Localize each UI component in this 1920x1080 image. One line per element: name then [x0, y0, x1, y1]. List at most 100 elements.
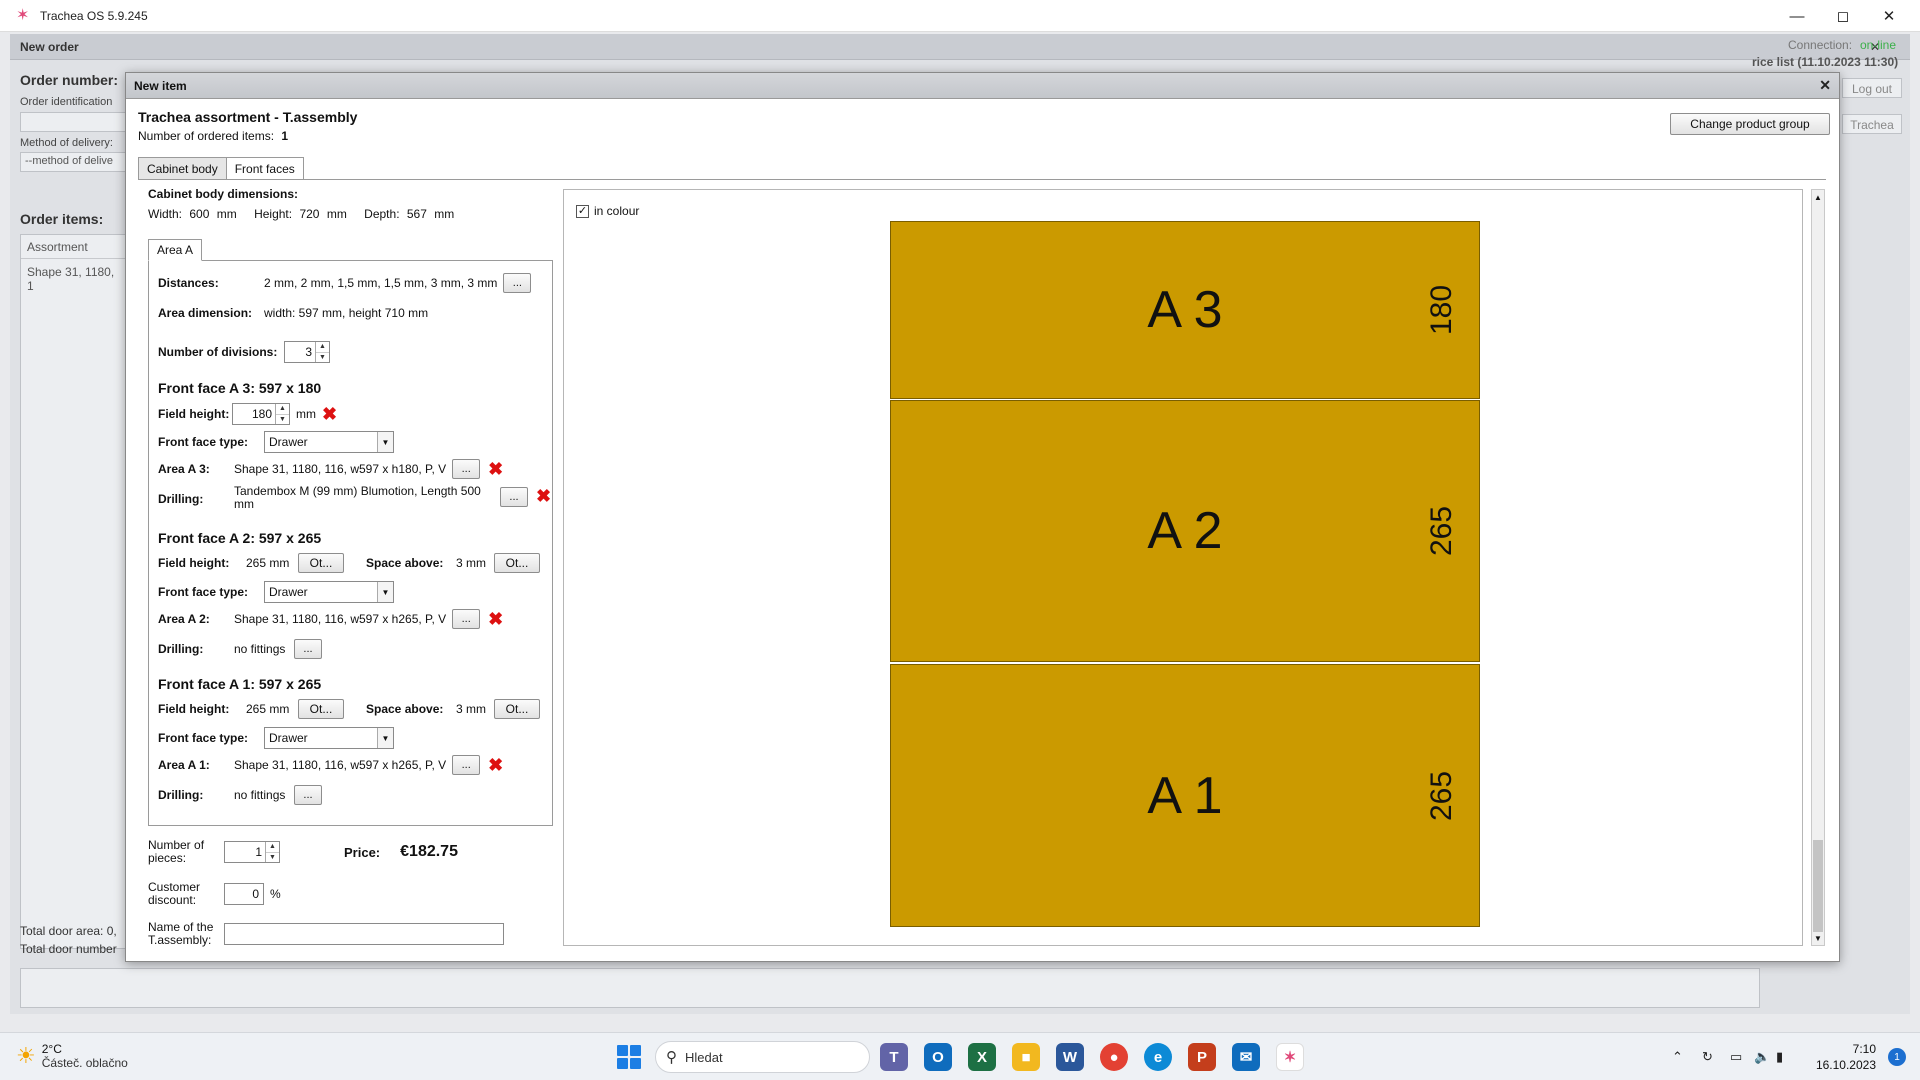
- outlook-icon[interactable]: O: [924, 1043, 952, 1071]
- start-icon[interactable]: [617, 1045, 641, 1069]
- weather-widget[interactable]: ☀ 2°C Částeč. oblačno: [16, 1042, 128, 1070]
- minimize-button[interactable]: —: [1774, 0, 1820, 32]
- dialog-header: New item ✕: [126, 73, 1839, 99]
- trachea-button[interactable]: Trachea: [1842, 114, 1902, 134]
- powerpoint-icon[interactable]: P: [1188, 1043, 1216, 1071]
- total-door-area: Total door area: 0,: [20, 924, 117, 938]
- front-face-a3[interactable]: A 3 180: [890, 221, 1480, 399]
- dialog-close-icon[interactable]: ✕: [1819, 77, 1831, 94]
- checkbox-checked-icon[interactable]: ✓: [576, 204, 589, 218]
- sync-icon[interactable]: ↻: [1702, 1049, 1713, 1065]
- a2-drilling-value: no fittings: [234, 642, 286, 656]
- divisions-value[interactable]: 3: [285, 342, 315, 362]
- scroll-thumb[interactable]: [1813, 840, 1823, 932]
- a1-field-height-other-button[interactable]: Ot...: [298, 699, 344, 719]
- depth-label: Depth:: [364, 207, 400, 221]
- trachea-app-icon[interactable]: ✶: [1276, 1043, 1304, 1071]
- mail-icon[interactable]: ✉: [1232, 1043, 1260, 1071]
- order-identification-field[interactable]: [20, 112, 130, 132]
- notification-badge[interactable]: 1: [1888, 1048, 1906, 1066]
- pieces-label: Number of pieces:: [148, 838, 205, 865]
- a3-field-height-unit: mm: [296, 407, 316, 421]
- teams-icon[interactable]: T: [880, 1043, 908, 1071]
- order-item-row[interactable]: Shape 31, 1180, 1: [21, 259, 129, 299]
- a2-type-select[interactable]: Drawer ▼: [264, 581, 394, 603]
- preview-scrollbar[interactable]: ▲ ▼: [1811, 189, 1825, 946]
- stepper-up-icon[interactable]: ▲: [276, 404, 289, 414]
- maximize-button[interactable]: ◻: [1820, 0, 1866, 32]
- a1-field-height-row: Field height: 265 mm Ot... Space above: …: [158, 699, 540, 719]
- discount-row: Customer discount: 0 %: [148, 881, 281, 907]
- distances-edit-button[interactable]: ...: [503, 273, 532, 293]
- a2-space-value: 3 mm: [456, 556, 486, 570]
- pieces-value[interactable]: 1: [225, 842, 265, 862]
- taskbar-search[interactable]: ⚲ Hledat: [655, 1041, 870, 1073]
- a2-space-other-button[interactable]: Ot...: [494, 553, 540, 573]
- word-icon[interactable]: W: [1056, 1043, 1084, 1071]
- a2-area-edit-button[interactable]: ...: [452, 609, 481, 629]
- name-input[interactable]: [224, 923, 504, 945]
- app-titlebar: ✶ Trachea OS 5.9.245 — ◻ ✕: [0, 0, 1920, 32]
- a3-drilling-edit-button[interactable]: ...: [500, 487, 528, 507]
- tab-front-faces[interactable]: Front faces: [225, 157, 304, 179]
- display-icon[interactable]: ▭: [1730, 1049, 1742, 1065]
- discount-input[interactable]: 0: [224, 883, 264, 905]
- a3-field-height-stepper[interactable]: 180 ▲ ▼: [232, 403, 290, 425]
- change-product-group-button[interactable]: Change product group: [1670, 113, 1830, 135]
- chevron-down-icon[interactable]: ▼: [377, 728, 393, 748]
- bottom-grid: [20, 968, 1760, 1008]
- a2-field-height-other-button[interactable]: Ot...: [298, 553, 344, 573]
- stepper-down-icon[interactable]: ▼: [266, 851, 279, 863]
- battery-icon[interactable]: ▮: [1776, 1049, 1783, 1065]
- a3-drilling-delete-icon[interactable]: ✖: [536, 487, 551, 505]
- close-window-button[interactable]: ✕: [1866, 0, 1912, 32]
- a3-area-delete-icon[interactable]: ✖: [488, 460, 503, 478]
- stepper-down-icon[interactable]: ▼: [316, 351, 329, 363]
- dialog-title: New item: [134, 79, 187, 93]
- file-explorer-icon[interactable]: ■: [1012, 1043, 1040, 1071]
- volume-icon[interactable]: 🔈: [1754, 1049, 1770, 1065]
- divisions-stepper[interactable]: 3 ▲ ▼: [284, 341, 330, 363]
- front-face-a3-title: Front face A 3: 597 x 180: [158, 380, 322, 396]
- a2-area-delete-icon[interactable]: ✖: [488, 610, 503, 628]
- chevron-down-icon[interactable]: ▼: [377, 432, 393, 452]
- stepper-up-icon[interactable]: ▲: [316, 342, 329, 352]
- a2-drilling-edit-button[interactable]: ...: [294, 639, 322, 659]
- method-of-delivery-select[interactable]: --method of delive: [20, 152, 130, 172]
- edge-icon[interactable]: e: [1144, 1043, 1172, 1071]
- a3-area-value: Shape 31, 1180, 116, w597 x h180, P, V: [234, 462, 447, 476]
- cabinet-dimensions-title: Cabinet body dimensions:: [148, 187, 299, 201]
- a3-delete-icon[interactable]: ✖: [322, 405, 337, 423]
- tab-divider: [138, 179, 1826, 180]
- chevron-down-icon[interactable]: ▼: [377, 582, 393, 602]
- a3-area-edit-button[interactable]: ...: [452, 459, 481, 479]
- front-a2-code: A 2: [1147, 502, 1223, 560]
- order-items-label: Order items:: [20, 211, 104, 227]
- clock[interactable]: 7:10 16.10.2023: [1816, 1041, 1876, 1073]
- chrome-icon[interactable]: ●: [1100, 1043, 1128, 1071]
- new-order-header: New order ✕: [10, 34, 1910, 60]
- a3-field-height-label: Field height:: [158, 407, 230, 421]
- pieces-stepper[interactable]: 1 ▲ ▼: [224, 841, 280, 863]
- in-colour-checkbox[interactable]: ✓ in colour: [576, 204, 639, 218]
- stepper-up-icon[interactable]: ▲: [266, 842, 279, 852]
- front-face-a1[interactable]: A 1 265: [890, 664, 1480, 927]
- order-items-table: Assortment Shape 31, 1180, 1: [20, 234, 130, 949]
- logout-button[interactable]: Log out: [1842, 78, 1902, 98]
- area-dimension-value: width: 597 mm, height 710 mm: [264, 306, 429, 320]
- tab-area-a[interactable]: Area A: [148, 239, 203, 261]
- a1-space-other-button[interactable]: Ot...: [494, 699, 540, 719]
- a1-drilling-edit-button[interactable]: ...: [294, 785, 322, 805]
- tray-chevron-icon[interactable]: ⌃: [1672, 1049, 1683, 1065]
- a1-area-delete-icon[interactable]: ✖: [488, 756, 503, 774]
- a1-type-select[interactable]: Drawer ▼: [264, 727, 394, 749]
- tab-cabinet-body[interactable]: Cabinet body: [138, 157, 227, 179]
- scroll-up-icon[interactable]: ▲: [1812, 190, 1824, 204]
- stepper-down-icon[interactable]: ▼: [276, 413, 289, 425]
- a3-type-select[interactable]: Drawer ▼: [264, 431, 394, 453]
- a1-area-edit-button[interactable]: ...: [452, 755, 481, 775]
- scroll-down-icon[interactable]: ▼: [1812, 931, 1824, 945]
- front-face-a2[interactable]: A 2 265: [890, 400, 1480, 662]
- excel-icon[interactable]: X: [968, 1043, 996, 1071]
- a3-field-height-value[interactable]: 180: [233, 404, 275, 424]
